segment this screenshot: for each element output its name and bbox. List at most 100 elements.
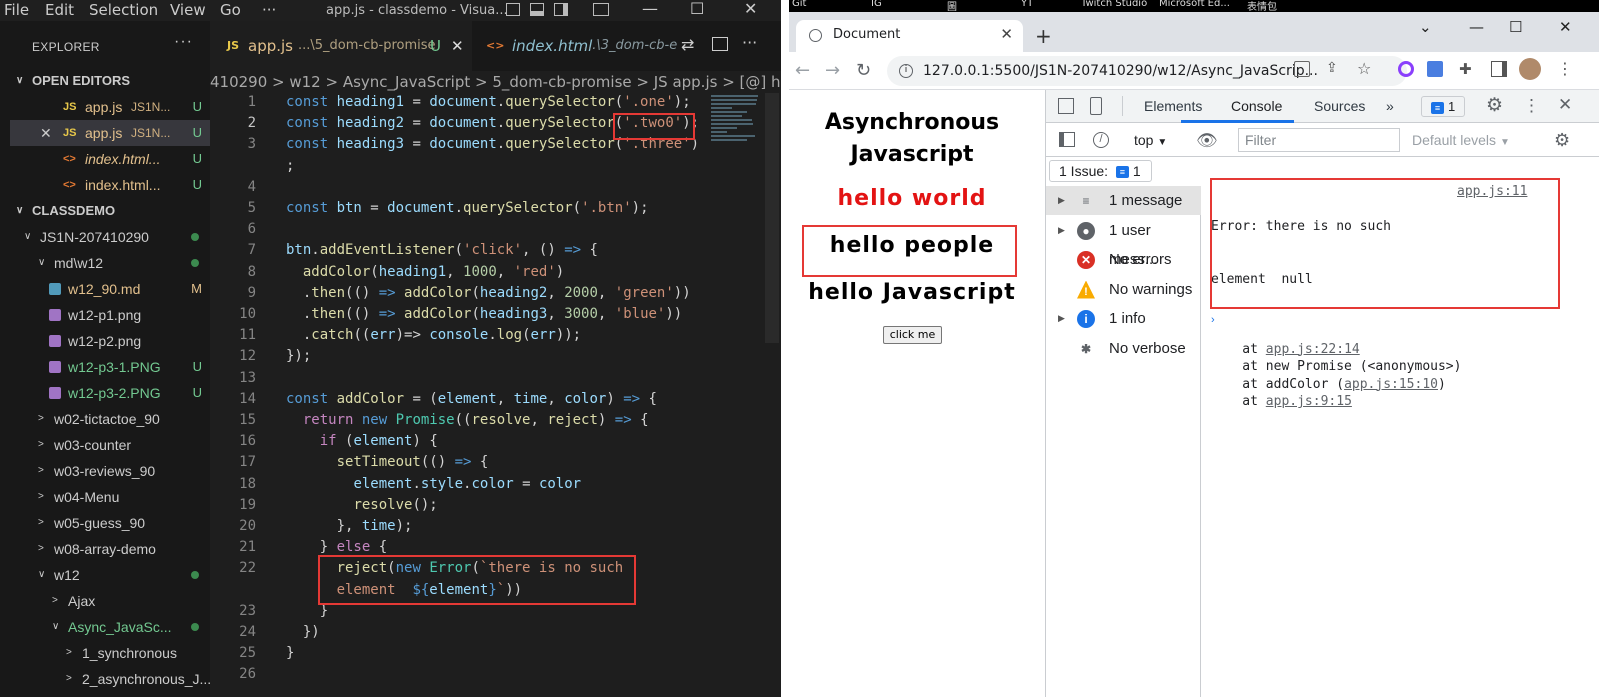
clear-console-icon[interactable]: / (1093, 132, 1109, 148)
bookmark-item[interactable]: Twitch Studio (1081, 0, 1147, 9)
menu-edit[interactable]: Edit (45, 1, 74, 19)
tree-item[interactable]: > w04-Menu (10, 484, 210, 510)
close-tab-icon[interactable]: ✕ (1000, 25, 1013, 43)
tree-item[interactable]: w12-p1.png (10, 302, 210, 328)
menu-more[interactable]: ··· (262, 1, 276, 19)
console-sidebar-item[interactable]: ✕ No errors (1046, 245, 1201, 274)
console-sidebar-item[interactable]: ▶ i 1 info (1046, 304, 1201, 333)
console-sidebar-item[interactable]: ✱ No verbose (1046, 334, 1201, 363)
code-line[interactable]: setTimeout(() => { (286, 454, 489, 470)
tab-app-js[interactable]: JS app.js ...\5_dom-cb-promise U ✕ (210, 21, 472, 71)
translate-icon[interactable] (1294, 61, 1310, 77)
bookmark-item[interactable]: Git (792, 0, 806, 9)
close-devtools-icon[interactable]: ✕ (1558, 95, 1572, 115)
tree-item[interactable]: w12-p3-2.PNG U (10, 380, 210, 406)
tree-item[interactable]: w12_90.md M (10, 276, 210, 302)
customize-layout-icon[interactable] (593, 3, 609, 16)
open-editors-section[interactable]: ∨ OPEN EDITORS (10, 68, 210, 94)
code-line[interactable]: .then(() => addColor(heading2, 2000, 'gr… (286, 285, 691, 301)
forward-icon[interactable]: → (825, 60, 840, 81)
code-line[interactable]: const heading1 = document.querySelector(… (286, 94, 691, 110)
console-sidebar-item[interactable]: ▶ ≡ 1 message (1046, 186, 1201, 215)
stack-frame-link[interactable]: app.js:15:10 (1344, 377, 1438, 392)
close-tab-icon[interactable]: ✕ (451, 21, 464, 71)
tree-item[interactable]: ∨ md\w12 (10, 250, 210, 276)
profile-avatar[interactable] (1519, 58, 1541, 80)
code-line[interactable]: return new Promise((resolve, reject) => … (286, 412, 649, 428)
back-icon[interactable]: ← (795, 60, 810, 81)
share-icon[interactable]: ⇪ (1326, 61, 1342, 77)
open-editor-item[interactable]: <> index.html... U (10, 172, 210, 198)
tab-console[interactable]: Console (1231, 98, 1282, 114)
tree-item[interactable]: ∨ w12 (10, 562, 210, 588)
bookmark-item[interactable]: IG (871, 0, 882, 9)
tab-search-icon[interactable]: ⌄ (1419, 18, 1432, 36)
code-line[interactable]: const addColor = (element, time, color) … (286, 391, 657, 407)
tree-item[interactable]: > w08-array-demo (10, 536, 210, 562)
side-panel-icon[interactable] (1491, 61, 1507, 77)
close-window-icon[interactable]: ✕ (744, 0, 757, 18)
console-settings-icon[interactable]: ⚙ (1554, 130, 1570, 151)
compare-changes-icon[interactable]: ⇄ (681, 35, 694, 54)
editor-scrollbar[interactable] (763, 93, 781, 697)
code-line[interactable]: } (286, 645, 294, 661)
tab-sources[interactable]: Sources (1314, 98, 1365, 114)
tree-item[interactable]: w12-p2.png (10, 328, 210, 354)
toggle-sidebar-icon[interactable] (506, 3, 520, 16)
open-editor-item[interactable]: JS app.js JS1N... U (10, 94, 210, 120)
console-sidebar-item[interactable]: ▶ ● 1 user mess... (1046, 216, 1201, 268)
extension-translate-icon[interactable] (1427, 61, 1443, 77)
code-line[interactable]: element.style.color = color (286, 476, 581, 492)
bookmark-item[interactable]: YT (1021, 0, 1033, 9)
console-filter-input[interactable]: Filter (1238, 128, 1400, 152)
breadcrumb[interactable]: 410290 > w12 > Async_JavaScript > 5_dom-… (210, 71, 781, 93)
tree-item[interactable]: > Ajax (10, 588, 210, 614)
minimap[interactable] (711, 93, 763, 183)
code-line[interactable]: } (286, 603, 328, 619)
stack-frame-link[interactable]: app.js:22:14 (1266, 342, 1360, 357)
close-window-icon[interactable]: ✕ (1559, 18, 1572, 36)
live-expression-eye-icon[interactable]: 👁 (1196, 131, 1218, 151)
tree-item[interactable]: >2_asynchronous_J... (10, 666, 210, 692)
tree-item[interactable]: > w03-reviews_90 (10, 458, 210, 484)
extensions-puzzle-icon[interactable]: ✚ (1459, 61, 1475, 77)
minimize-icon[interactable]: — (1469, 18, 1484, 36)
console-sidebar-item[interactable]: ! No warnings (1046, 275, 1201, 304)
toggle-secondary-sidebar-icon[interactable] (554, 3, 568, 16)
tree-item[interactable]: > w02-tictactoe_90 (10, 406, 210, 432)
click-me-button[interactable]: click me (883, 326, 942, 344)
close-editor-icon[interactable]: ✕ (40, 120, 52, 146)
code-line[interactable]: }) (286, 624, 320, 640)
minimize-icon[interactable]: — (642, 0, 658, 18)
log-levels-dropdown[interactable]: Default levels ▼ (1412, 132, 1510, 148)
devtools-menu-icon[interactable]: ⋮ (1523, 96, 1540, 116)
issues-badge[interactable]: ≡ 1 (1421, 96, 1465, 117)
code-line[interactable]: resolve(); (286, 497, 437, 513)
menu-selection[interactable]: Selection (89, 1, 158, 19)
bookmark-item[interactable]: Microsoft Ed... (1159, 0, 1230, 9)
chrome-menu-icon[interactable]: ⋮ (1557, 61, 1573, 77)
tab-elements[interactable]: Elements (1144, 98, 1202, 114)
stack-frame-link[interactable]: app.js:9:15 (1266, 394, 1352, 409)
code-line[interactable]: } else { (286, 539, 387, 555)
menu-view[interactable]: View (170, 1, 206, 19)
tree-item[interactable]: >1_synchronous (10, 640, 210, 666)
tree-item[interactable]: ∨ Async_JavaSc... (10, 614, 210, 640)
tab-index-html[interactable]: <> index.html ...\3_dom-cb-e (472, 21, 680, 71)
tree-item[interactable]: > w03-counter (10, 432, 210, 458)
code-line[interactable]: btn.addEventListener('click', () => { (286, 242, 598, 258)
tree-item[interactable]: w12-p3-1.PNG U (10, 354, 210, 380)
menu-file[interactable]: File (4, 1, 29, 19)
context-selector[interactable]: top ▼ (1134, 132, 1167, 148)
explorer-more-icon[interactable]: ··· (174, 33, 193, 51)
code-line[interactable]: if (element) { (286, 433, 438, 449)
maximize-icon[interactable]: ☐ (1509, 18, 1522, 36)
tree-item[interactable]: ∨ JS1N-207410290 (10, 224, 210, 250)
code-line[interactable]: addColor(heading1, 1000, 'red') (286, 264, 564, 280)
more-actions-icon[interactable]: ··· (742, 33, 757, 52)
code-line[interactable]: const btn = document.querySelector('.btn… (286, 200, 649, 216)
inspect-element-icon[interactable] (1058, 98, 1074, 114)
open-editor-item[interactable]: <> index.html... U (10, 146, 210, 172)
browser-tab-document[interactable]: Document ✕ (796, 20, 1023, 52)
site-info-icon[interactable]: i (899, 64, 913, 78)
